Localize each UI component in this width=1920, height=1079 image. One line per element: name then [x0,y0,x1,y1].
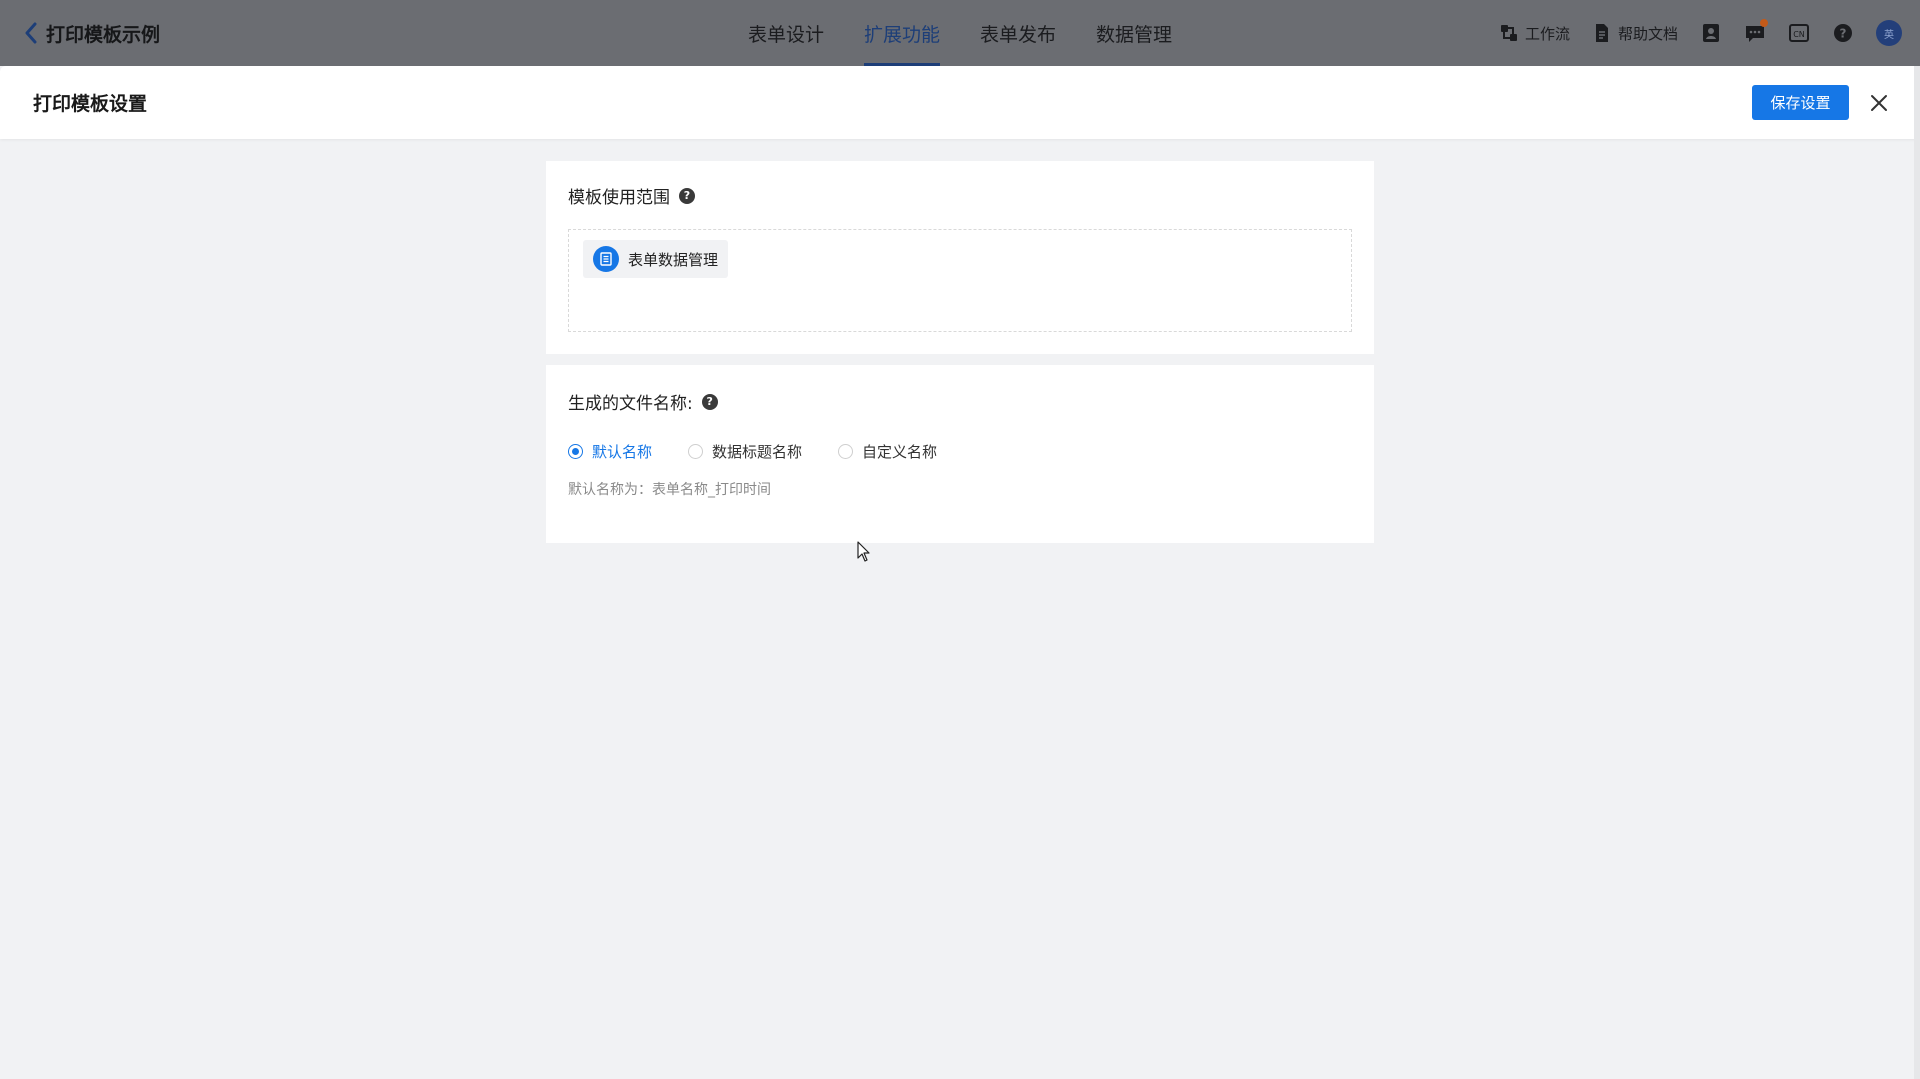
back-button[interactable]: 打印模板示例 [24,0,160,66]
radio-dot [568,444,583,459]
radio-label: 自定义名称 [862,443,938,461]
app-title: 打印模板示例 [46,23,161,46]
drawer-header: 打印模板设置 保存设置 [0,66,1920,139]
help-docs-button[interactable]: 帮助文档 [1592,23,1678,44]
radio-data-title-name[interactable]: 数据标题名称 [688,441,802,462]
svg-text:?: ? [1840,27,1847,41]
radio-default-name[interactable]: 默认名称 [568,441,652,462]
messages-button[interactable] [1744,19,1768,44]
template-scope-label: 模板使用范围 [568,188,670,208]
list-icon [593,246,619,272]
chevron-left-icon [25,22,37,44]
workflow-icon [1500,25,1517,41]
print-template-drawer: 打印模板设置 保存设置 模板使用范围 ? 表单数据管理 生成的文件名称: ? 默… [0,66,1920,1079]
main-tabs: 表单设计 扩展功能 表单发布 数据管理 [728,0,1192,66]
workflow-button[interactable]: 工作流 [1499,23,1570,44]
template-scope-label-row: 模板使用范围 ? [568,183,695,208]
tab-form-publish[interactable]: 表单发布 [960,0,1076,66]
tab-form-design[interactable]: 表单设计 [728,0,844,66]
scope-tag-form-data-management[interactable]: 表单数据管理 [583,240,729,278]
workflow-label: 工作流 [1524,24,1570,43]
drawer-title: 打印模板设置 [33,93,148,115]
help-icon[interactable]: ? [679,187,695,204]
document-icon [1595,24,1608,42]
contacts-button[interactable] [1700,22,1722,44]
tab-data-management[interactable]: 数据管理 [1076,0,1192,66]
template-scope-card: 模板使用范围 ? 表单数据管理 [546,161,1374,354]
help-button[interactable]: ? [1832,22,1854,44]
scope-tag-label: 表单数据管理 [628,250,719,269]
radio-label: 数据标题名称 [712,443,803,461]
scrollbar[interactable] [1914,66,1920,1079]
scope-drop-area[interactable]: 表单数据管理 [568,229,1352,332]
radio-label: 默认名称 [592,443,653,461]
toolbar-right: 工作流 帮助文档 CN ? 英 [1499,0,1902,66]
language-button[interactable]: CN [1788,22,1810,44]
file-name-label: 生成的文件名称: [568,394,693,414]
help-docs-label: 帮助文档 [1617,24,1678,43]
avatar[interactable]: 英 [1876,20,1902,46]
help-icon[interactable]: ? [701,393,718,410]
save-settings-button[interactable]: 保存设置 [1752,85,1849,120]
cursor-icon [857,541,870,562]
file-name-label-row: 生成的文件名称: ? [568,389,718,414]
language-icon: CN [1789,24,1809,42]
top-navigation-bar: 打印模板示例 表单设计 扩展功能 表单发布 数据管理 工作流 帮助文档 CN ?… [0,0,1920,66]
language-text: CN [1793,30,1805,39]
close-icon [1871,95,1887,111]
contacts-icon [1703,24,1719,42]
radio-dot [688,444,704,459]
file-name-hint: 默认名称为：表单名称_打印时间 [568,482,771,498]
radio-dot [838,444,854,459]
close-button[interactable] [1864,88,1894,118]
avatar-initial: 英 [1884,29,1894,41]
message-icon [1746,26,1764,42]
radio-custom-name[interactable]: 自定义名称 [838,441,937,462]
help-circle-icon: ? [1834,24,1852,42]
file-name-card: 生成的文件名称: ? 默认名称 数据标题名称 自定义名称 默认名称为：表单名称_… [546,365,1374,543]
tab-extensions[interactable]: 扩展功能 [844,0,960,66]
file-name-radio-group: 默认名称 数据标题名称 自定义名称 [568,441,937,462]
